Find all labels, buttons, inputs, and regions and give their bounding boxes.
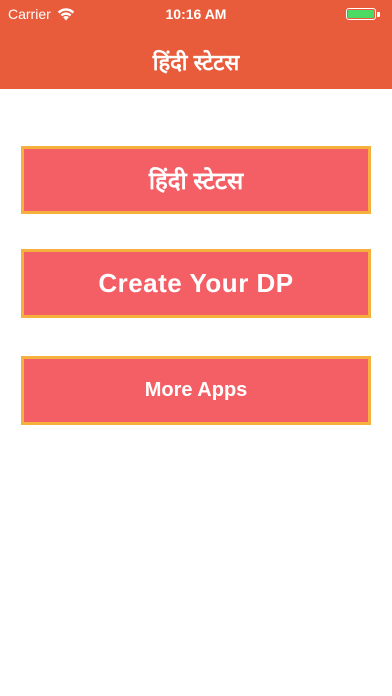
hindi-status-button[interactable]: हिंदी स्टेटस	[21, 146, 371, 214]
battery-fill	[348, 10, 374, 18]
battery-tip	[377, 11, 380, 17]
battery-body	[346, 8, 376, 20]
create-your-dp-button[interactable]: Create Your DP	[21, 249, 371, 318]
battery-icon	[346, 6, 384, 22]
status-time: 10:16 AM	[165, 6, 227, 22]
more-apps-button-label: More Apps	[144, 379, 248, 401]
more-apps-button[interactable]: More Apps	[21, 356, 371, 425]
create-your-dp-button-label: Create Your DP	[98, 268, 294, 298]
page-title: हिंदी स्टेटस	[152, 50, 240, 75]
hindi-status-button-label: हिंदी स्टेटस	[148, 167, 244, 195]
status-bar: Carrier 10:16 AM	[0, 0, 392, 28]
app-header: Carrier 10:16 AM हिंदी स्टेटस	[0, 0, 392, 89]
